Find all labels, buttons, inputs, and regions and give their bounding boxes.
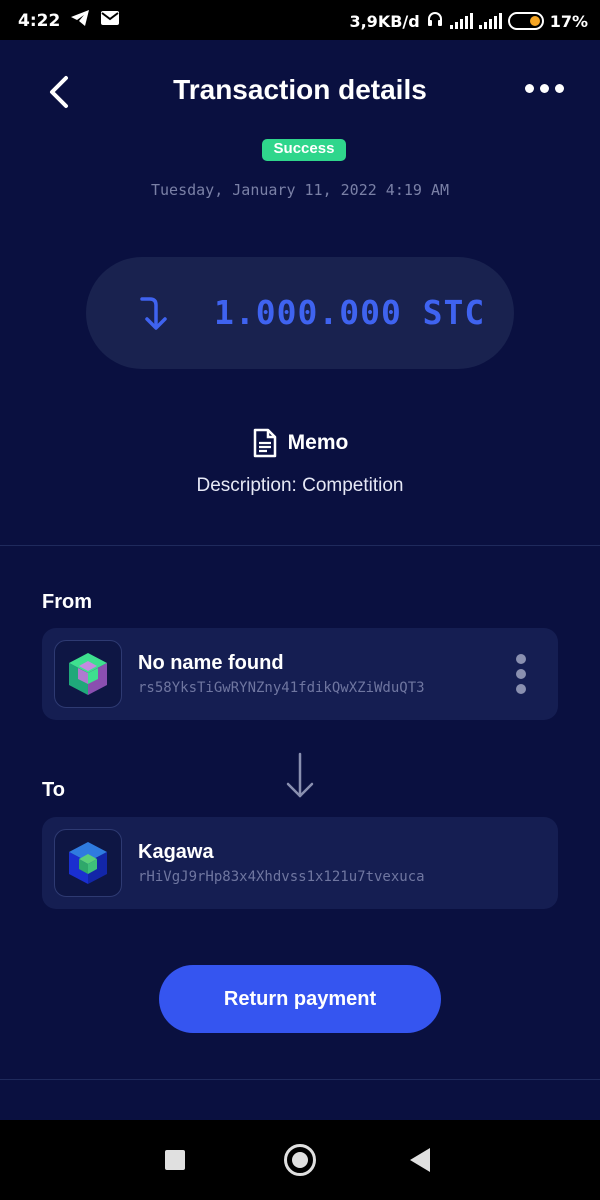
divider [0,545,600,546]
mail-icon [100,10,120,31]
status-bar-left: 4:22 [18,9,120,32]
headphones-icon [426,10,444,32]
page-title: Transaction details [173,74,427,105]
status-time: 4:22 [18,10,61,31]
return-payment-button[interactable]: Return payment [159,965,441,1033]
identicon-icon [69,842,107,884]
system-nav-bar [0,1120,600,1200]
status-bar: 4:22 3,9KB/d 17% [0,0,600,40]
memo-title: Memo [287,431,349,454]
network-speed: 3,9KB/d [349,11,420,31]
from-label: From [42,591,92,613]
divider [0,1079,600,1080]
document-icon [253,428,276,458]
more-horizontal-icon [525,84,534,93]
more-options-button[interactable] [525,84,564,93]
memo-header: Memo [0,428,600,458]
arrow-down-icon [286,752,314,798]
recents-icon[interactable] [165,1150,185,1170]
arrow-down-right-icon [140,297,167,330]
status-badge: Success [262,139,346,161]
back-triangle-icon[interactable] [410,1148,430,1172]
memo-description: Description: Competition [196,475,404,496]
from-account-address: rs58YksTiGwRYNZny41fdikQwXZiWduQT3 [138,680,425,696]
transaction-datetime: Tuesday, January 11, 2022 4:19 AM [150,181,449,199]
identicon-icon [69,653,107,695]
to-account-name: Kagawa [138,841,214,863]
home-icon[interactable] [284,1144,316,1176]
signal-icon [478,13,502,29]
avatar [54,829,122,897]
avatar [54,640,122,708]
amount-value: 1.000.000 STC [214,293,486,332]
to-account-card[interactable]: Kagawa rHiVgJ9rHp83x4Xhdvss1x121u7tvexuc… [42,817,558,909]
to-label: To [42,779,65,801]
battery-percent: 17% [549,11,588,31]
from-account-name: No name found [138,652,284,674]
more-vertical-icon[interactable] [516,654,526,694]
signal-icon [449,13,473,29]
to-account-address: rHiVgJ9rHp83x4Xhdvss1x121u7tvexuca [138,869,425,885]
header: Transaction details [0,60,600,120]
telegram-icon [70,9,90,32]
amount-pill: 1.000.000 STC [86,257,514,369]
from-account-card[interactable]: No name found rs58YksTiGwRYNZny41fdikQwX… [42,628,558,720]
battery-icon [507,12,544,30]
status-bar-right: 3,9KB/d 17% [349,10,588,32]
